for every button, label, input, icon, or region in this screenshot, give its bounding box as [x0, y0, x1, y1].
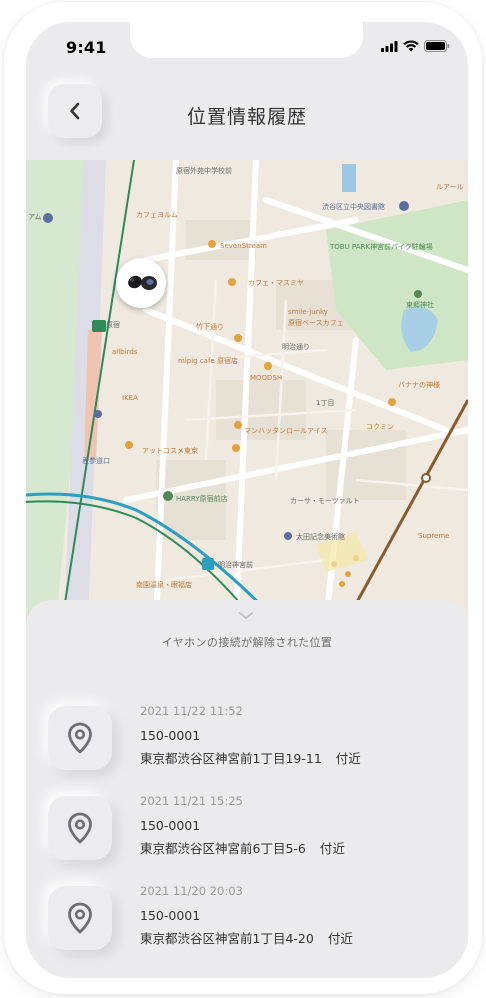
history-address: 東京都渋谷区神宮前6丁目5-6	[140, 841, 306, 856]
map-label-meiji-jingumae: 明治神宮前	[218, 561, 253, 569]
history-zip: 150-0001	[140, 728, 201, 743]
history-address: 東京都渋谷区神宮前1丁目4-20	[140, 931, 314, 946]
earbuds-icon	[128, 275, 157, 290]
map-label-harajuku: 原宿	[106, 321, 120, 329]
map-label-takeshita: 竹下通り	[196, 323, 224, 331]
map-label-mipig: mipig cafe 原宿店	[178, 357, 238, 365]
map-label-cafe-masamiya: カフェ・マスミヤ	[248, 279, 304, 287]
map-canvas	[26, 160, 468, 622]
map-label-harry: HARRY原宿前店	[176, 495, 228, 503]
history-sheet: イヤホンの接続が解除された位置 2021 11/22 11:52 150-000…	[26, 600, 468, 978]
wifi-icon	[403, 40, 419, 52]
history-item[interactable]: 2021 11/21 15:25 150-0001 東京都渋谷区神宮前6丁目5-…	[26, 788, 468, 868]
chevron-down-icon[interactable]	[236, 610, 256, 622]
history-zip: 150-0001	[140, 818, 201, 833]
notch	[130, 22, 363, 58]
location-pin-icon	[68, 812, 92, 844]
page-title: 位置情報履歴	[186, 106, 307, 128]
map-label-ruaru: ルアール	[436, 183, 464, 191]
map-label-nanmon: 南園温泉・眼福店	[136, 581, 192, 589]
map-label-manhattan: マンハッタンロールアイス	[244, 427, 328, 435]
pin-card[interactable]	[48, 706, 112, 770]
map-label-ikea: IKEA	[122, 394, 138, 402]
map-label-cafe-yorumu: カフェヨルム	[136, 211, 178, 219]
map-label-allbirds: allbirds	[112, 348, 138, 356]
map-label-tougou: 東郷神社	[406, 301, 434, 309]
map-label-carsa: カーサ・モーツァルト	[290, 497, 360, 505]
map-label-ryokuchi: 原宿外苑中学校前	[176, 167, 232, 175]
map-label-omotesando-exit: 表参道口	[82, 457, 110, 465]
map-view[interactable]: 原宿外苑中学校前 アム カフェヨルム SevenStream 渋谷区立中央図書館…	[26, 160, 468, 622]
history-address: 東京都渋谷区神宮前1丁目19-11	[140, 751, 322, 766]
map-label-am: アム	[28, 213, 42, 221]
pin-card[interactable]	[48, 796, 112, 860]
map-label-banana: バナナの神様	[398, 381, 440, 389]
history-zip: 150-0001	[140, 908, 201, 923]
map-label-atcosme: アットコスメ東京	[142, 447, 198, 455]
cellular-signal-icon	[381, 40, 398, 52]
history-date: 2021 11/22 11:52	[140, 704, 243, 718]
history-address-line: 東京都渋谷区神宮前1丁目4-20 付近	[140, 928, 353, 947]
location-pin-icon	[68, 902, 92, 934]
status-bar: 9:41	[26, 22, 468, 70]
map-label-tobu-park: TOBU PARK神宮前パイク駐輪場	[330, 243, 433, 251]
history-date: 2021 11/20 20:03	[140, 884, 243, 898]
history-address-line: 東京都渋谷区神宮前1丁目19-11 付近	[140, 748, 361, 767]
map-label-meiji-dori: 明治通り	[282, 343, 310, 351]
map-label-ota: 太田記念美術館	[296, 533, 345, 541]
history-address-line: 東京都渋谷区神宮前6丁目5-6 付近	[140, 838, 345, 857]
battery-icon	[424, 40, 450, 52]
history-suffix: 付近	[319, 841, 345, 856]
app-screen: 9:41 位置情報履歴 原宿外苑中学校前 アム カフェヨルム SevenStre…	[26, 22, 468, 978]
status-time: 9:41	[66, 38, 107, 57]
phone-frame: 9:41 位置情報履歴 原宿外苑中学校前 アム カフェヨルム SevenStre…	[4, 2, 482, 994]
status-icons	[381, 40, 450, 52]
history-suffix: 付近	[335, 751, 361, 766]
history-item[interactable]: 2021 11/20 20:03 150-0001 東京都渋谷区神宮前1丁目4-…	[26, 878, 468, 958]
map-label-shibuya-lib: 渋谷区立中央図書館	[322, 203, 385, 211]
location-pin-icon	[68, 722, 92, 754]
earbuds-location-marker[interactable]	[116, 258, 166, 308]
history-suffix: 付近	[327, 931, 353, 946]
map-label-smile-junky: smile-junky	[288, 308, 328, 316]
map-label-harajuku-base: 原宿ベースカフェ	[288, 319, 344, 327]
history-item[interactable]: 2021 11/22 11:52 150-0001 東京都渋谷区神宮前1丁目19…	[26, 698, 468, 778]
map-label-chome1: 1丁目	[316, 399, 335, 407]
sheet-title: イヤホンの接続が解除された位置	[161, 636, 333, 649]
map-label-kokumin: コクミン	[366, 423, 394, 431]
map-label-moodsh: MOODSH	[250, 374, 283, 382]
history-date: 2021 11/21 15:25	[140, 794, 243, 808]
map-label-seven-stream: SevenStream	[220, 242, 267, 250]
map-label-supreme: Supreme	[418, 532, 450, 540]
pin-card[interactable]	[48, 886, 112, 950]
